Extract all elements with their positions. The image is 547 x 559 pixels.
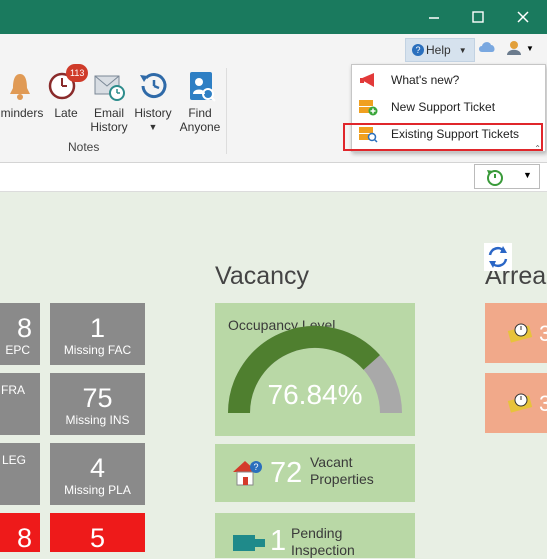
title-bar <box>0 0 547 34</box>
menu-item-whats-new[interactable]: What's new? <box>352 67 545 93</box>
help-label: Help <box>426 43 451 57</box>
tile-missing-fac-label: Missing FAC <box>63 343 132 357</box>
vacant-label-2: Properties <box>310 471 374 487</box>
highlight-box <box>343 123 543 151</box>
close-glyph <box>517 11 529 23</box>
help-button[interactable]: ? Help ▼ <box>405 38 475 62</box>
tile-fra[interactable]: FRA <box>0 373 40 435</box>
arrears-money-icon <box>507 323 533 343</box>
user-dropdown-icon[interactable]: ▼ <box>526 44 534 53</box>
occupancy-card[interactable]: Occupancy Level 76.84% <box>215 303 415 436</box>
arrears-money-icon <box>507 393 533 413</box>
user-menu[interactable]: ▼ <box>506 40 534 61</box>
pending-label-2: Inspection <box>291 542 355 558</box>
pending-label: Pending Inspection <box>291 525 355 559</box>
maximize-glyph <box>472 11 484 23</box>
history-icon <box>137 70 169 102</box>
email-history-label-2: History <box>90 120 128 134</box>
refresh-icon[interactable] <box>484 243 512 271</box>
tile-epc-count: 8 <box>16 313 32 343</box>
find-anyone-icon <box>184 70 216 102</box>
menu-item-label: What's new? <box>391 73 460 87</box>
vacant-label: Vacant Properties <box>310 454 374 488</box>
vacant-count: 72 <box>270 457 303 489</box>
refresh-timer-icon <box>487 170 503 186</box>
megaphone-icon <box>358 71 378 89</box>
tile-missing-ins[interactable]: 75 Missing INS <box>50 373 145 435</box>
menu-item-label: New Support Ticket <box>391 100 496 114</box>
menu-item-new-support-ticket[interactable]: New Support Ticket <box>352 94 545 120</box>
ribbon-separator <box>226 68 227 154</box>
tile-missing-ins-label: Missing INS <box>65 413 130 427</box>
tile-missing-fac-count: 1 <box>89 313 106 343</box>
help-dropdown-icon[interactable]: ▼ <box>459 46 467 55</box>
arrears-tile-1[interactable]: 3 <box>485 303 547 363</box>
late-count-badge: 113 <box>66 64 89 82</box>
pending-inspection-card[interactable]: 1 Pending Inspection <box>215 513 415 558</box>
tile-epc-label: EPC <box>5 343 30 357</box>
reminders-label: minders <box>0 106 44 120</box>
reminders-button[interactable]: minders <box>0 70 44 120</box>
tile-missing-pla-count: 4 <box>89 453 106 483</box>
house-icon: ? <box>233 461 262 486</box>
occupancy-value: 76.84% <box>267 379 363 410</box>
late-button[interactable]: 113 Late <box>48 64 89 120</box>
tile-red-1-count: 8 <box>16 523 32 553</box>
vacancy-title: Vacancy <box>215 262 310 290</box>
close-icon[interactable] <box>500 0 546 34</box>
pending-count: 1 <box>270 525 287 557</box>
history-label: History <box>134 106 172 120</box>
tile-missing-fac[interactable]: 1 Missing FAC <box>50 303 145 365</box>
email-history-icon <box>93 70 125 102</box>
tile-leg[interactable]: LEG <box>0 443 40 505</box>
find-anyone-button[interactable]: Find Anyone <box>177 70 223 134</box>
maximize-icon[interactable] <box>455 0 501 34</box>
chevron-down-icon: ▼ <box>523 170 532 180</box>
toolbar-strip <box>0 163 547 192</box>
bell-icon <box>4 70 36 102</box>
new-ticket-icon <box>358 98 378 116</box>
email-history-button[interactable]: Email History <box>88 70 130 134</box>
help-icon: ? <box>412 44 424 56</box>
tile-red-2[interactable]: 5 <box>50 513 145 553</box>
cloud-icon[interactable] <box>478 40 496 54</box>
arrears-value-1: 3 <box>539 321 547 346</box>
tile-missing-pla-label: Missing PLA <box>64 483 131 497</box>
tile-missing-pla[interactable]: 4 Missing PLA <box>50 443 145 505</box>
minimize-icon[interactable] <box>411 0 457 34</box>
svg-text:?: ? <box>254 462 259 472</box>
late-label: Late <box>54 106 78 120</box>
arrears-value-2: 3 <box>539 391 547 416</box>
tile-missing-ins-count: 75 <box>82 383 113 413</box>
tile-red-1[interactable]: 8 <box>0 513 40 553</box>
tile-epc[interactable]: 8 EPC <box>0 303 40 365</box>
tile-fra-label: FRA <box>1 383 25 397</box>
email-history-label-1: Email <box>93 106 124 120</box>
find-anyone-label-1: Find <box>188 106 212 120</box>
vacant-properties-card[interactable]: ? 72 Vacant Properties <box>215 444 415 502</box>
find-anyone-label-2: Anyone <box>179 120 221 134</box>
tile-red-2-count: 5 <box>89 523 106 553</box>
tile-leg-label: LEG <box>1 453 26 467</box>
arrears-tile-2[interactable]: 3 <box>485 373 547 433</box>
pending-label-1: Pending <box>291 525 343 541</box>
occupancy-gauge <box>228 326 402 414</box>
minimize-glyph <box>429 17 439 19</box>
history-dropdown-icon[interactable]: ▼ <box>132 120 174 134</box>
history-button[interactable]: History ▼ <box>132 70 174 134</box>
vacant-label-1: Vacant <box>310 454 353 470</box>
user-icon <box>507 41 521 55</box>
refresh-dropdown[interactable]: ▼ <box>474 164 540 189</box>
ribbon-group-label: Notes <box>68 140 100 154</box>
clock-icon: 113 <box>48 64 89 102</box>
